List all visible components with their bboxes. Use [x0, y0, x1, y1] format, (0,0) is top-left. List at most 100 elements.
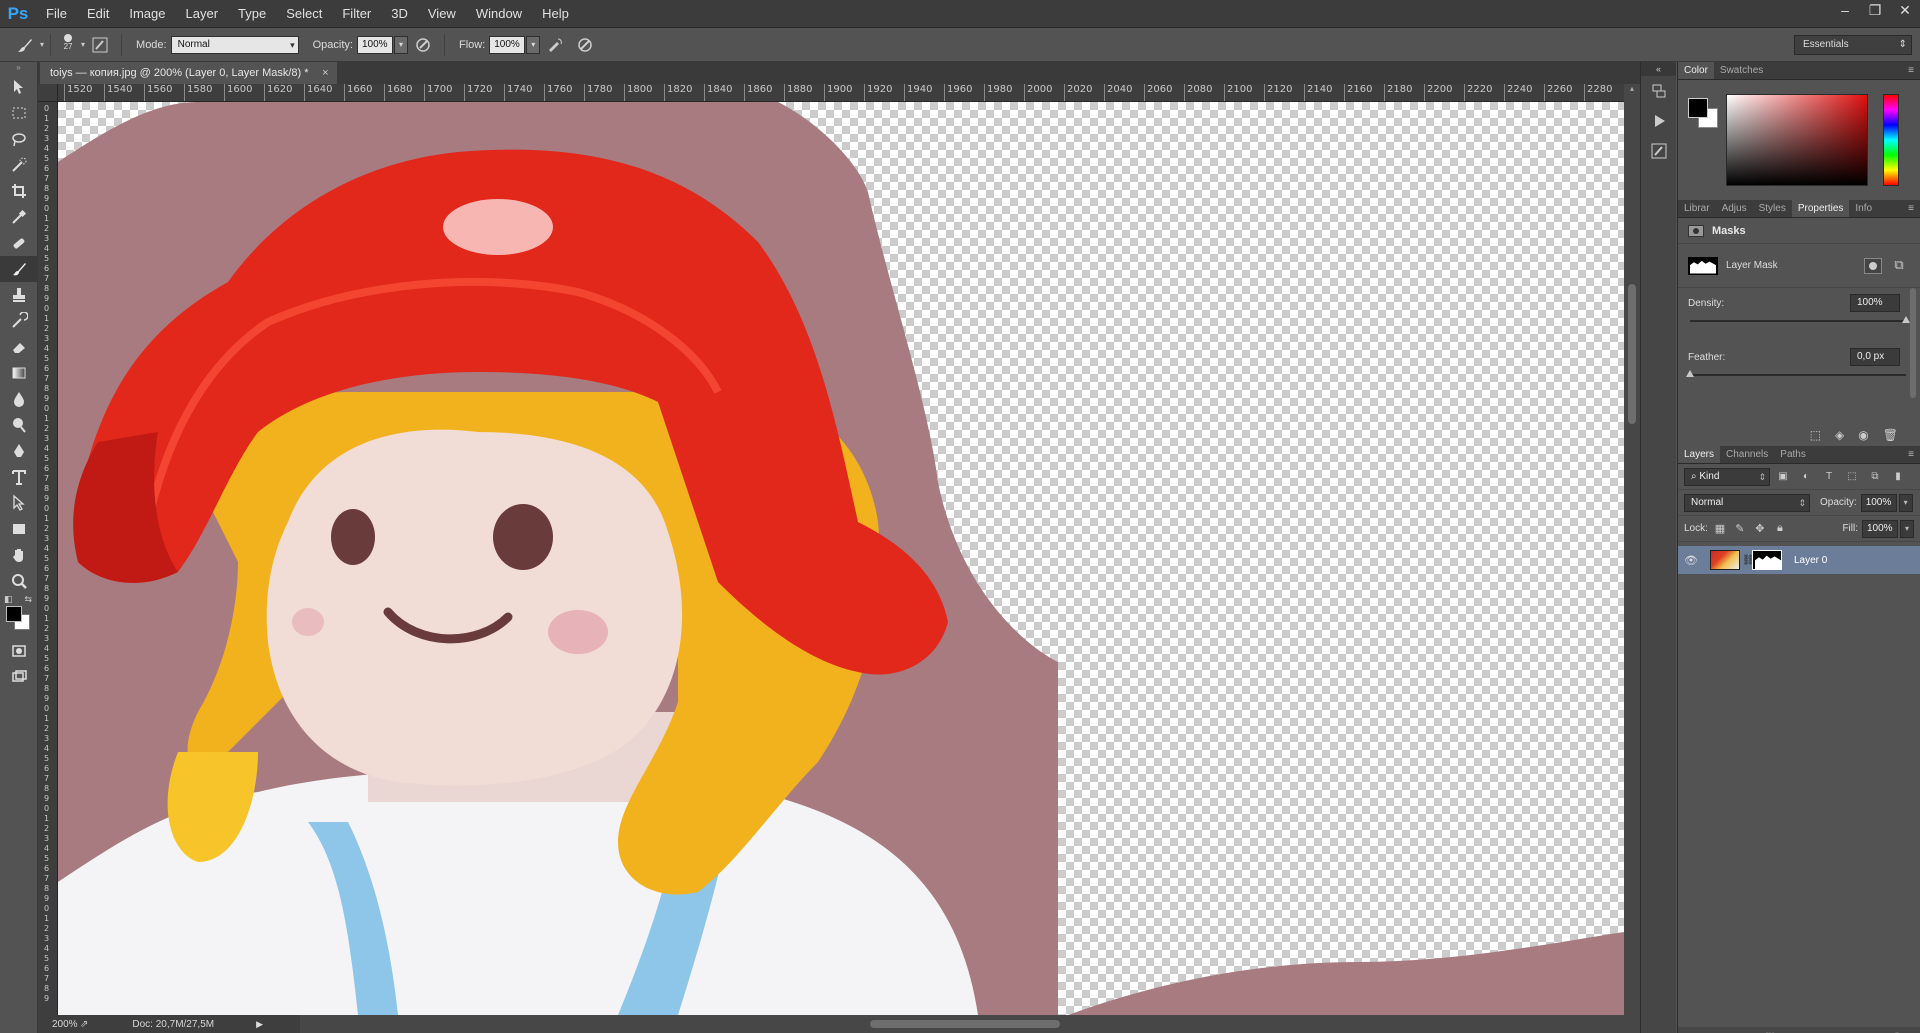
layer-mask-thumbnail[interactable] — [1752, 550, 1782, 570]
properties-scrollbar[interactable] — [1908, 248, 1918, 418]
screen-mode-icon[interactable] — [0, 664, 38, 690]
tab-properties[interactable]: Properties — [1791, 200, 1850, 217]
brush-size-picker[interactable]: 27 — [57, 32, 79, 58]
layer-thumbnail[interactable] — [1710, 550, 1740, 570]
opacity-slider-toggle[interactable]: ▾ — [393, 35, 408, 54]
collapse-icons-icon[interactable]: « — [1641, 62, 1676, 76]
menu-view[interactable]: View — [418, 0, 466, 28]
filter-toggle-icon[interactable]: ▮ — [1888, 468, 1908, 486]
vertical-scroll-thumb[interactable] — [1628, 284, 1636, 424]
horizontal-scrollbar[interactable] — [300, 1015, 1640, 1033]
restore-button[interactable]: ❐ — [1860, 0, 1890, 22]
eyedropper-tool-icon[interactable] — [0, 204, 38, 230]
hue-slider[interactable] — [1883, 94, 1899, 186]
dodge-tool-icon[interactable] — [0, 412, 38, 438]
workspace-select[interactable]: Essentials — [1794, 35, 1912, 55]
shape-filter-icon[interactable]: ⬚ — [1842, 468, 1862, 486]
menu-file[interactable]: File — [36, 0, 77, 28]
actions-panel-icon[interactable] — [1641, 106, 1677, 136]
shape-tool-icon[interactable] — [0, 516, 38, 542]
menu-edit[interactable]: Edit — [77, 0, 119, 28]
smart-object-filter-icon[interactable]: ⧉ — [1865, 468, 1885, 486]
move-tool-icon[interactable] — [0, 74, 38, 100]
airbrush-icon[interactable] — [544, 34, 566, 56]
layer-opacity-input[interactable]: 100% — [1860, 493, 1897, 512]
pressure-size-icon[interactable] — [574, 34, 596, 56]
feather-slider-handle[interactable] — [1686, 370, 1694, 377]
feather-slider[interactable] — [1686, 370, 1906, 377]
color-swatches[interactable]: ◧ ⇆ — [0, 594, 38, 638]
adjustment-filter-icon[interactable]: ◐ — [1796, 468, 1816, 486]
menu-filter[interactable]: Filter — [332, 0, 381, 28]
quick-select-tool-icon[interactable] — [0, 152, 38, 178]
minimize-button[interactable]: – — [1830, 0, 1860, 22]
brush-panel-toggle-icon[interactable] — [89, 34, 111, 56]
zoom-tool-icon[interactable] — [0, 568, 38, 594]
density-input[interactable]: 100% — [1850, 294, 1900, 312]
opacity-input[interactable]: 100% — [356, 35, 393, 54]
menu-select[interactable]: Select — [276, 0, 332, 28]
chevron-down-icon[interactable]: ▾ — [81, 40, 85, 49]
pressure-opacity-icon[interactable] — [412, 34, 434, 56]
pixel-filter-icon[interactable]: ▣ — [1773, 468, 1793, 486]
mask-link-icon[interactable]: ⛓︎ — [1742, 555, 1755, 566]
panel-menu-icon[interactable]: ≡ — [1908, 446, 1914, 464]
blur-tool-icon[interactable] — [0, 386, 38, 412]
fill-input[interactable]: 100% — [1862, 519, 1898, 538]
tab-swatches[interactable]: Swatches — [1714, 62, 1769, 79]
history-panel-icon[interactable] — [1641, 76, 1677, 106]
foreground-color[interactable] — [6, 606, 22, 622]
toggle-mask-visibility-icon[interactable]: ◉ — [1858, 428, 1868, 442]
tab-color[interactable]: Color — [1678, 62, 1714, 79]
panel-menu-icon[interactable]: ≡ — [1908, 62, 1914, 80]
canvas[interactable] — [58, 102, 1624, 1015]
tab-styles[interactable]: Styles — [1753, 200, 1792, 217]
density-slider[interactable] — [1690, 316, 1910, 323]
tab-libraries[interactable]: Librar — [1678, 200, 1716, 217]
tab-layers[interactable]: Layers — [1678, 446, 1721, 463]
properties-scroll-thumb[interactable] — [1910, 288, 1916, 398]
mode-select[interactable]: Normal — [170, 35, 299, 54]
add-vector-mask-icon[interactable]: ⧉ — [1890, 258, 1908, 274]
status-menu-icon[interactable]: ▶ — [256, 1019, 263, 1030]
path-select-tool-icon[interactable] — [0, 490, 38, 516]
color-picker-field[interactable] — [1726, 94, 1868, 186]
default-colors-icon[interactable]: ◧ — [4, 594, 13, 605]
feather-input[interactable]: 0,0 px — [1850, 348, 1900, 366]
add-pixel-mask-button[interactable] — [1864, 258, 1882, 274]
type-filter-icon[interactable]: T — [1819, 468, 1839, 486]
ruler-origin[interactable] — [38, 84, 58, 102]
eraser-tool-icon[interactable] — [0, 334, 38, 360]
flow-input[interactable]: 100% — [489, 35, 526, 54]
close-button[interactable]: ✕ — [1890, 0, 1920, 22]
tab-info[interactable]: Info — [1849, 200, 1878, 217]
layer-name[interactable]: Layer 0 — [1794, 555, 1827, 566]
clone-stamp-tool-icon[interactable] — [0, 282, 38, 308]
scroll-up-icon[interactable]: ▴ — [1624, 84, 1640, 93]
type-tool-icon[interactable] — [0, 464, 38, 490]
flow-slider-toggle[interactable]: ▾ — [526, 35, 541, 54]
menu-layer[interactable]: Layer — [176, 0, 229, 28]
lasso-tool-icon[interactable] — [0, 126, 38, 152]
apply-mask-icon[interactable]: ◈ — [1835, 428, 1844, 442]
delete-mask-icon[interactable]: 🗑︎ — [1883, 428, 1898, 442]
zoom-level[interactable]: 200% — [38, 1019, 80, 1030]
collapse-toggle-icon[interactable]: » — [0, 62, 37, 74]
horizontal-scroll-thumb[interactable] — [870, 1020, 1060, 1028]
menu-type[interactable]: Type — [228, 0, 276, 28]
lock-pixels-icon[interactable]: ✎ — [1732, 521, 1748, 537]
chevron-down-icon[interactable]: ▾ — [40, 40, 44, 49]
lock-all-icon[interactable]: 🔒︎ — [1772, 521, 1788, 537]
eye-icon[interactable]: 👁︎ — [1684, 554, 1702, 567]
gradient-tool-icon[interactable] — [0, 360, 38, 386]
horizontal-ruler[interactable]: 1520 1540 1560 1580 1600 1620 1640 1660 1680 1700… — [58, 84, 1624, 102]
tab-channels[interactable]: Channels — [1720, 446, 1774, 463]
lock-position-icon[interactable]: ✥ — [1752, 521, 1768, 537]
brush-tool-icon[interactable] — [0, 256, 38, 282]
healing-brush-tool-icon[interactable] — [0, 230, 38, 256]
layer-filter-select[interactable]: ⌕ Kind — [1684, 467, 1770, 486]
layer-opacity-slider-toggle[interactable]: ▾ — [1898, 493, 1913, 512]
lock-transparent-icon[interactable]: ▦ — [1712, 521, 1728, 537]
tab-adjustments[interactable]: Adjus — [1716, 200, 1753, 217]
menu-3d[interactable]: 3D — [381, 0, 418, 28]
